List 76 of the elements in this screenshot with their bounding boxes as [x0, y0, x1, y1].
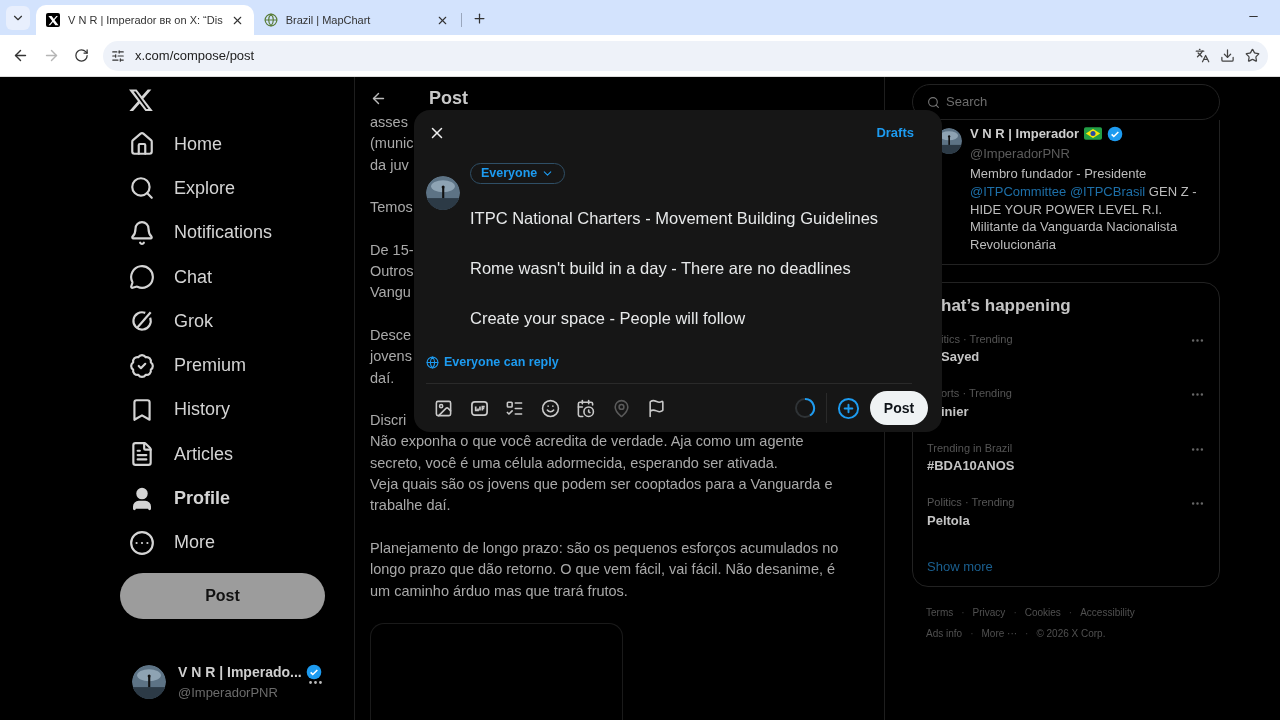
- post-button[interactable]: Post: [120, 572, 325, 619]
- mention-link[interactable]: @ITPCommittee: [970, 183, 1067, 199]
- tab-title: Brazil | MapChart: [285, 12, 372, 28]
- progress-ring-icon: [794, 397, 816, 419]
- tab-list-button[interactable]: [6, 6, 30, 30]
- trend-item[interactable]: Politics · Trending Peltola: [913, 488, 1219, 543]
- badge-check-icon: [129, 352, 155, 379]
- post-paragraph: Temos: [370, 198, 413, 218]
- account-name: V N R | Imperado...: [178, 662, 302, 682]
- separator-dot: ·: [1025, 627, 1029, 642]
- list-icon: [505, 398, 525, 418]
- nav-item[interactable]: Grok: [120, 299, 324, 344]
- post-paragraph: Planejamento de longo prazo: são os pequenos esforços acumulados no longo prazo que dão retorno. O que vem fácil, vai fácil. Não desanime, é um caminho árduo mas que trará frutos.: [370, 538, 839, 601]
- location-pin-icon: [611, 398, 631, 418]
- x-logo-icon: [46, 13, 60, 27]
- nav-item[interactable]: Articles: [120, 432, 324, 477]
- gif-icon: [469, 398, 489, 418]
- document-icon: [129, 441, 155, 468]
- x-logo-icon: [128, 86, 154, 113]
- site-settings-icon: [111, 48, 125, 63]
- post-paragraph: asses (munic da juv: [370, 113, 414, 175]
- nav-item[interactable]: Premium: [120, 343, 324, 388]
- reload-icon[interactable]: [74, 48, 89, 63]
- avatar: [426, 176, 460, 211]
- add-post-icon[interactable]: [837, 396, 860, 420]
- browser-tab[interactable]: V N R | Imperador ʙʀ on X: “Dis: [36, 5, 254, 35]
- more-icon: [129, 529, 155, 556]
- mention-link[interactable]: @ITPCBrasil: [1069, 183, 1146, 199]
- download-icon[interactable]: [1220, 48, 1235, 63]
- globe-icon: [263, 13, 278, 27]
- avatar: [132, 665, 166, 699]
- flag-icon: [647, 398, 667, 418]
- chat-bubble-icon: [129, 264, 155, 291]
- globe-icon: [426, 355, 439, 369]
- calendar-clock-icon: [576, 398, 596, 418]
- reply-setting-link[interactable]: Everyone can reply: [444, 352, 559, 372]
- flag-icon: [1084, 127, 1103, 141]
- separator-dot: ·: [1068, 606, 1073, 621]
- browser-tab[interactable]: Brazil | MapChart: [253, 5, 459, 35]
- search-icon: [927, 95, 940, 109]
- new-tab-icon[interactable]: [471, 11, 487, 26]
- nav-item[interactable]: Explore: [120, 166, 324, 211]
- separator-dot: ·: [1013, 606, 1017, 621]
- search-icon: [129, 175, 155, 202]
- home-icon: [129, 131, 155, 158]
- account-handle: @ImperadorPNR: [178, 683, 279, 702]
- translate-icon[interactable]: [1195, 48, 1210, 63]
- profile-bio: Membro fundador - Presidente @ITPCommittee @ITPCBrasil GEN Z - HIDE YOUR POWER LEVEL R.I. Militante da Vanguarda Nacionalista Revolucionária: [970, 165, 1198, 254]
- tab-title: V N R | Imperador ʙʀ on X: “Dis: [68, 12, 223, 28]
- section-heading: Discri: [370, 411, 407, 431]
- post-button[interactable]: Post: [870, 391, 928, 425]
- trend-item[interactable]: Trending in Brazil #BDA10ANOS: [913, 434, 1219, 489]
- bookmark-star-icon[interactable]: [1245, 48, 1260, 63]
- image-icon: [434, 398, 454, 418]
- back-icon[interactable]: [12, 47, 29, 64]
- nav-item[interactable]: History: [120, 387, 324, 433]
- smiley-icon: [540, 398, 560, 418]
- page-title: Post: [429, 87, 468, 110]
- post-paragraph: De 15- Outros Vangu: [370, 240, 414, 303]
- profile-handle: @ImperadorPNR: [970, 144, 1071, 163]
- post-paragraph: Não exponha o que você acredita de verdade. Aja como um agente secreto, você é uma célula adormecida, esperando ser ativada. Veja quais são os jovens que podem ser cooptados para a Vanguarda e trabalhe daí.: [370, 432, 833, 516]
- address-field[interactable]: x.com/compose/post: [103, 40, 1268, 71]
- post-text-field[interactable]: ITPC National Charters - Movement Building Guidelines Rome wasn't build in a day - There are no deadlines Create your space - People will follow: [470, 206, 879, 332]
- post-paragraph: Desce jovens daí.: [370, 325, 412, 388]
- trend-item[interactable]: itics · Trending Sayed: [913, 325, 1219, 380]
- profile-name: V N R | Imperador: [970, 125, 1080, 143]
- nav-item[interactable]: Notifications: [120, 210, 324, 255]
- separator-dot: ·: [961, 606, 965, 621]
- nav-item[interactable]: Home: [120, 122, 324, 167]
- drafts-link[interactable]: Drafts: [876, 122, 914, 143]
- bell-icon: [129, 219, 155, 246]
- separator-dot: ·: [970, 627, 974, 642]
- nav-item[interactable]: Profile: [120, 476, 324, 521]
- nav-item[interactable]: Chat: [120, 254, 324, 300]
- nav-item[interactable]: More: [120, 520, 324, 565]
- section-title: hat’s happening: [940, 295, 1072, 317]
